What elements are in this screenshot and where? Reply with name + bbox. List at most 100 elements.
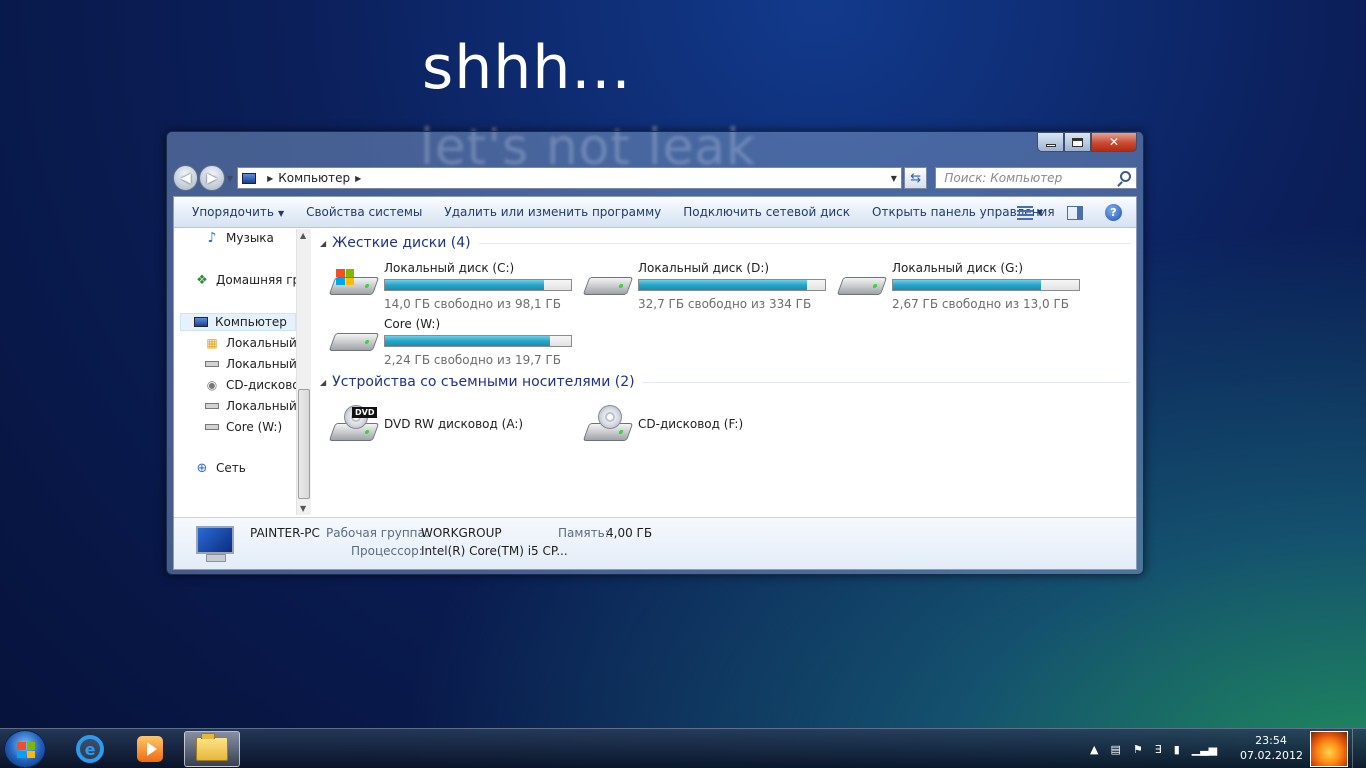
drive-tile-d[interactable]: Локальный диск (D:) 32,7 ГБ свободно из …: [582, 261, 834, 313]
drive-free-space: 2,24 ГБ свободно из 19,7 ГБ: [384, 353, 562, 367]
chevron-right-icon[interactable]: ▶: [267, 174, 273, 183]
drive-icon: [204, 420, 220, 434]
chevron-down-icon: ▼: [277, 209, 285, 218]
scroll-down-icon[interactable]: ▼: [300, 504, 306, 513]
drive-usage-bar: [892, 279, 1080, 291]
clock[interactable]: 23:54 07.02.2012: [1240, 733, 1303, 763]
taskbar-explorer[interactable]: [184, 731, 240, 767]
user-avatar[interactable]: [1310, 731, 1348, 767]
organize-label: Упорядочить: [192, 205, 274, 219]
toolbar-right: ▼ ?: [1016, 197, 1136, 228]
divider: [478, 242, 1130, 244]
nav-item-music[interactable]: ♪ Музыка: [204, 229, 274, 247]
network-signal-icon[interactable]: ▁▃▅: [1192, 743, 1217, 756]
arrow-right-icon: ▶: [207, 170, 218, 186]
content-frame: Упорядочить ▼ Свойства системы Удалить ил…: [173, 196, 1137, 570]
action-center-flag-icon[interactable]: ⚑: [1133, 743, 1143, 756]
drive-tile-c[interactable]: Локальный диск (C:) 14,0 ГБ свободно из …: [328, 261, 580, 313]
group-header-hard-drives[interactable]: ◢ Жесткие диски (4): [320, 235, 1130, 251]
collapse-icon[interactable]: ◢: [320, 239, 326, 248]
nav-item-cd-drive[interactable]: ◉ CD-дисковод: [204, 376, 308, 394]
back-button[interactable]: ◀: [173, 165, 199, 191]
drive-name: Локальный диск (D:): [638, 261, 770, 275]
help-icon[interactable]: ?: [1105, 204, 1122, 221]
group-title: Устройства со съемными носителями (2): [332, 374, 635, 390]
minimize-icon: [1045, 143, 1056, 147]
nav-item-homegroup[interactable]: ❖ Домашняя гру: [194, 271, 307, 289]
scroll-up-icon[interactable]: ▲: [300, 231, 306, 240]
drive-free-space: 14,0 ГБ свободно из 98,1 ГБ: [384, 297, 562, 311]
system-properties-button[interactable]: Свойства системы: [298, 205, 430, 219]
preview-pane-icon[interactable]: [1067, 205, 1083, 220]
organize-button[interactable]: Упорядочить ▼: [184, 205, 292, 219]
chevron-down-icon[interactable]: ▼: [891, 174, 897, 183]
explorer-window: ✕ ◀ ▶ ▼ ▶ Компьютер ▶ ▼ ⇆ Поиск: Компьют…: [166, 131, 1144, 575]
collapse-icon[interactable]: ◢: [320, 378, 326, 387]
system-drive-icon: ▦: [206, 336, 218, 350]
memory-label: Память:: [558, 526, 609, 540]
show-desktop-button[interactable]: [1352, 729, 1366, 768]
window-controls: ✕: [1037, 132, 1137, 152]
start-button[interactable]: [4, 730, 46, 768]
drive-name: Локальный диск (G:): [892, 261, 1024, 275]
homegroup-icon: ❖: [196, 272, 208, 288]
search-input[interactable]: Поиск: Компьютер: [935, 167, 1137, 189]
drive-icon: [328, 327, 380, 357]
maximize-button[interactable]: [1064, 132, 1091, 152]
drive-tile-w[interactable]: Core (W:) 2,24 ГБ свободно из 19,7 ГБ: [328, 317, 580, 369]
nav-pane-scrollbar[interactable]: ▲ ▼: [296, 229, 311, 515]
workgroup-label: Рабочая группа:: [326, 526, 429, 540]
taskbar-media-player[interactable]: [122, 731, 178, 767]
drive-tile-g[interactable]: Локальный диск (G:) 2,67 ГБ свободно из …: [836, 261, 1088, 313]
nav-item-drive-w[interactable]: Core (W:): [204, 418, 282, 436]
breadcrumb-computer[interactable]: Компьютер: [278, 171, 350, 185]
nav-item-computer[interactable]: Компьютер: [180, 313, 296, 331]
show-hidden-icons-icon[interactable]: ▲: [1090, 743, 1098, 756]
close-button[interactable]: ✕: [1091, 132, 1137, 152]
drive-usage-bar: [384, 279, 572, 291]
nav-item-drive-c[interactable]: ▦ Локальный д: [204, 334, 309, 352]
taskbar-internet-explorer[interactable]: e: [62, 731, 118, 767]
scrollbar-thumb[interactable]: [298, 389, 310, 499]
refresh-button[interactable]: ⇆: [903, 167, 928, 189]
device-tile-cd-f[interactable]: CD-дисковод (F:): [582, 401, 834, 453]
dvd-badge: DVD: [352, 407, 378, 418]
nav-item-label: Компьютер: [215, 315, 287, 329]
chevron-down-icon[interactable]: ▼: [1037, 208, 1043, 217]
language-icon[interactable]: ∃: [1155, 743, 1162, 756]
power-icon[interactable]: ▮: [1174, 743, 1180, 756]
drive-icon: [204, 399, 220, 413]
monitor-icon: [192, 526, 236, 564]
keyboard-icon[interactable]: ▤: [1110, 743, 1120, 756]
drive-free-space: 32,7 ГБ свободно из 334 ГБ: [638, 297, 812, 311]
map-network-drive-button[interactable]: Подключить сетевой диск: [675, 205, 858, 219]
system-tray: ▲ ▤ ⚑ ∃ ▮ ▁▃▅: [1090, 729, 1229, 768]
folder-icon: [196, 733, 228, 761]
forward-button[interactable]: ▶: [199, 165, 225, 191]
device-tile-dvd-a[interactable]: DVD DVD RW дисковод (A:): [328, 401, 580, 453]
address-bar[interactable]: ▶ Компьютер ▶ ▼: [237, 167, 902, 189]
group-header-removable[interactable]: ◢ Устройства со съемными носителями (2): [320, 374, 1130, 390]
uninstall-program-button[interactable]: Удалить или изменить программу: [436, 205, 669, 219]
computer-icon: [193, 315, 209, 329]
taskbar: e ▲ ▤ ⚑ ∃ ▮ ▁▃▅ 23:54 07.02.2012: [0, 728, 1366, 768]
nav-item-drive-d[interactable]: Локальный д: [204, 355, 309, 373]
nav-item-drive-g[interactable]: Локальный д: [204, 397, 309, 415]
divider: [642, 381, 1130, 383]
nav-item-label: Домашняя гру: [216, 273, 308, 287]
recent-pages-dropdown[interactable]: ▼: [227, 174, 233, 183]
system-drive-icon: [328, 269, 380, 301]
chevron-right-icon[interactable]: ▶: [355, 174, 361, 183]
drive-icon: [836, 271, 888, 301]
cpu-value: Intel(R) Core(TM) i5 CP...: [421, 544, 568, 558]
device-name: CD-дисковод (F:): [638, 417, 744, 431]
view-options-icon[interactable]: [1016, 205, 1033, 220]
nav-item-network[interactable]: ⊕ Сеть: [194, 459, 246, 477]
main-pane: ◢ Жесткие диски (4) Локальный диск (C:) …: [314, 229, 1136, 515]
minimize-button[interactable]: [1037, 132, 1064, 152]
refresh-icon: ⇆: [910, 170, 922, 186]
media-player-icon: [137, 736, 163, 762]
cd-drive-icon: [582, 405, 634, 447]
drive-usage-bar: [384, 335, 572, 347]
search-icon[interactable]: [1119, 171, 1131, 182]
